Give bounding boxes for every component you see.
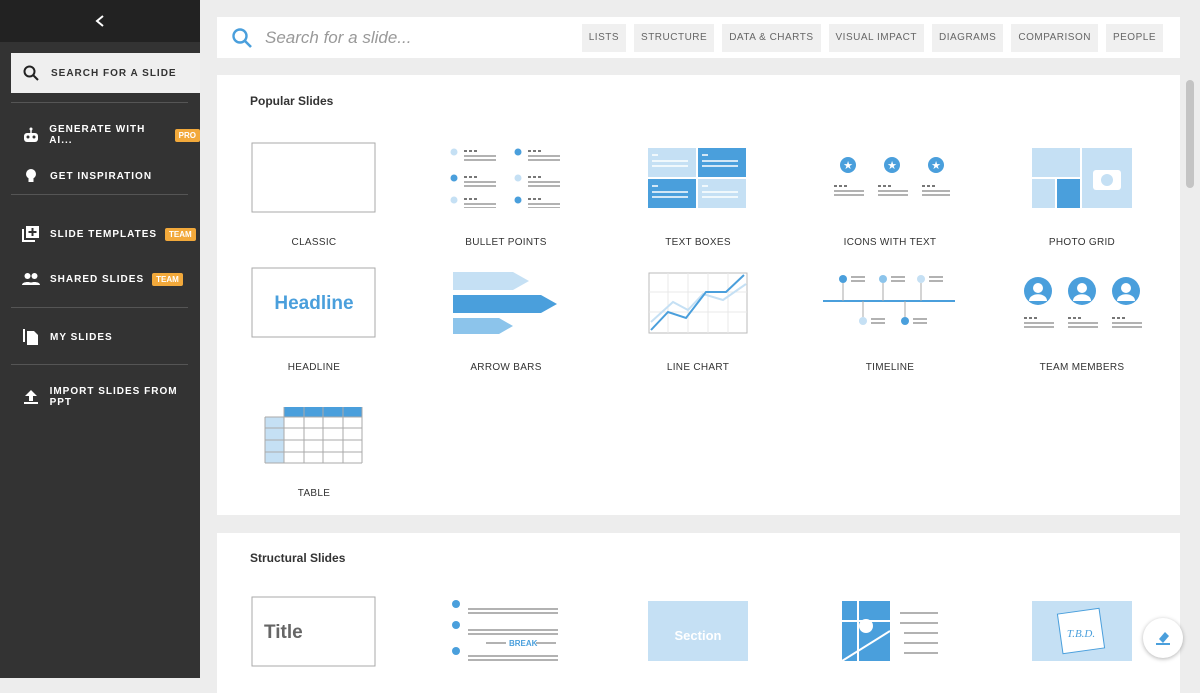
- section-title: Popular Slides: [250, 94, 334, 108]
- card-label: TABLE: [297, 488, 331, 499]
- sidebar-item-inspiration[interactable]: GET INSPIRATION: [22, 168, 152, 184]
- pro-badge: PRO: [174, 128, 200, 142]
- svg-text:★: ★: [931, 160, 941, 172]
- card-label: TIMELINE: [865, 362, 915, 373]
- feedback-button[interactable]: [1143, 618, 1183, 658]
- card-label: TEAM MEMBERS: [1039, 362, 1125, 373]
- documents-icon: [23, 329, 38, 345]
- card-label: HEADLINE: [287, 362, 341, 373]
- popular-slides-panel: Popular Slides CLASSIC BULLET POINTS TEXT …: [217, 75, 1180, 515]
- svg-text:Title: Title: [264, 622, 303, 643]
- sidebar-item-my-slides[interactable]: MY SLIDES: [22, 328, 113, 346]
- upload-icon: [24, 390, 38, 404]
- search-icon: [23, 65, 39, 81]
- scrollbar[interactable]: [1186, 80, 1194, 188]
- card-label: PHOTO GRID: [1048, 237, 1116, 248]
- section-thumbnail: Section: [648, 601, 748, 661]
- chevron-left-icon: [95, 15, 104, 27]
- robot-icon: [24, 127, 38, 142]
- title-thumbnail: Title: [251, 596, 376, 667]
- structural-break-card[interactable]: BREAK: [416, 599, 596, 663]
- structural-section-card[interactable]: Section: [608, 601, 788, 661]
- card-label: ARROW BARS: [470, 362, 542, 373]
- card-label: BULLET POINTS: [465, 237, 547, 248]
- svg-text:Section: Section: [675, 628, 722, 643]
- sidebar-item-import-ppt[interactable]: IMPORT SLIDES FROM PPT: [22, 386, 200, 408]
- filter-chip-lists[interactable]: LISTS: [581, 23, 627, 52]
- collapse-sidebar-button[interactable]: [0, 0, 200, 42]
- text-boxes-thumbnail: [648, 148, 746, 208]
- structural-title-card[interactable]: Title: [224, 596, 404, 668]
- map-thumbnail: [841, 601, 938, 661]
- card-label: TEXT BOXES: [665, 237, 731, 248]
- structural-agenda-map-card[interactable]: [800, 601, 980, 661]
- tbd-thumbnail: T.B.D.: [1032, 601, 1132, 661]
- svg-text:T.B.D.: T.B.D.: [1067, 628, 1095, 640]
- arrow-bars-thumbnail: [453, 272, 557, 334]
- sidebar: SEARCH FOR A SLIDE GENERATE WITH AI... PR…: [0, 0, 200, 678]
- classic-thumbnail: [251, 142, 376, 213]
- divider: [11, 102, 188, 103]
- card-label: LINE CHART: [666, 362, 730, 373]
- line-chart-thumbnail: [648, 272, 748, 334]
- search-bar: Search for a slide... LISTS STRUCTURE DATA…: [217, 17, 1180, 58]
- divider: [11, 364, 188, 365]
- break-thumbnail: BREAK: [452, 600, 558, 661]
- sidebar-search-slide[interactable]: SEARCH FOR A SLIDE: [11, 53, 200, 93]
- sidebar-item-generate-ai[interactable]: GENERATE WITH AI... PRO: [22, 124, 200, 146]
- filter-chip-comparison[interactable]: COMPARISON: [1011, 23, 1098, 52]
- search-icon: [232, 27, 252, 48]
- structural-slides-panel: Structural Slides Title BREAK Section T.…: [217, 533, 1180, 693]
- lightbulb-icon: [26, 169, 36, 182]
- svg-text:★: ★: [843, 160, 853, 172]
- svg-text:BREAK: BREAK: [509, 639, 538, 648]
- section-title: Structural Slides: [250, 551, 346, 565]
- filter-chip-visual-impact[interactable]: VISUAL IMPACT: [828, 23, 925, 52]
- svg-text:★: ★: [887, 160, 897, 172]
- icons-with-text-thumbnail: ★ ★ ★: [834, 156, 950, 196]
- sidebar-item-slide-templates[interactable]: SLIDE TEMPLATES TEAM: [22, 226, 196, 242]
- timeline-thumbnail: [823, 275, 955, 325]
- filter-chip-diagrams[interactable]: DIAGRAMS: [932, 23, 1004, 52]
- add-template-icon: [22, 226, 39, 242]
- card-label: ICONS WITH TEXT: [843, 237, 937, 248]
- filter-chip-structure[interactable]: STRUCTURE: [634, 23, 715, 52]
- eraser-icon: [1156, 632, 1170, 645]
- table-thumbnail: [264, 407, 363, 464]
- divider: [11, 194, 188, 195]
- bullet-points-thumbnail: [450, 148, 560, 208]
- divider: [11, 307, 188, 308]
- filter-chip-people[interactable]: PEOPLE: [1105, 23, 1163, 52]
- card-label: CLASSIC: [291, 237, 337, 248]
- people-icon: [22, 273, 40, 285]
- headline-thumbnail: Headline: [251, 267, 376, 338]
- team-members-thumbnail: [1024, 277, 1142, 328]
- photo-grid-thumbnail: [1032, 148, 1132, 208]
- team-badge: TEAM: [152, 272, 183, 286]
- team-badge: TEAM: [165, 227, 196, 241]
- sidebar-item-shared-slides[interactable]: SHARED SLIDES TEAM: [22, 271, 183, 287]
- search-input[interactable]: Search for a slide...: [265, 28, 582, 48]
- filter-chip-data-charts[interactable]: DATA & CHARTS: [722, 23, 821, 52]
- svg-text:Headline: Headline: [274, 293, 353, 314]
